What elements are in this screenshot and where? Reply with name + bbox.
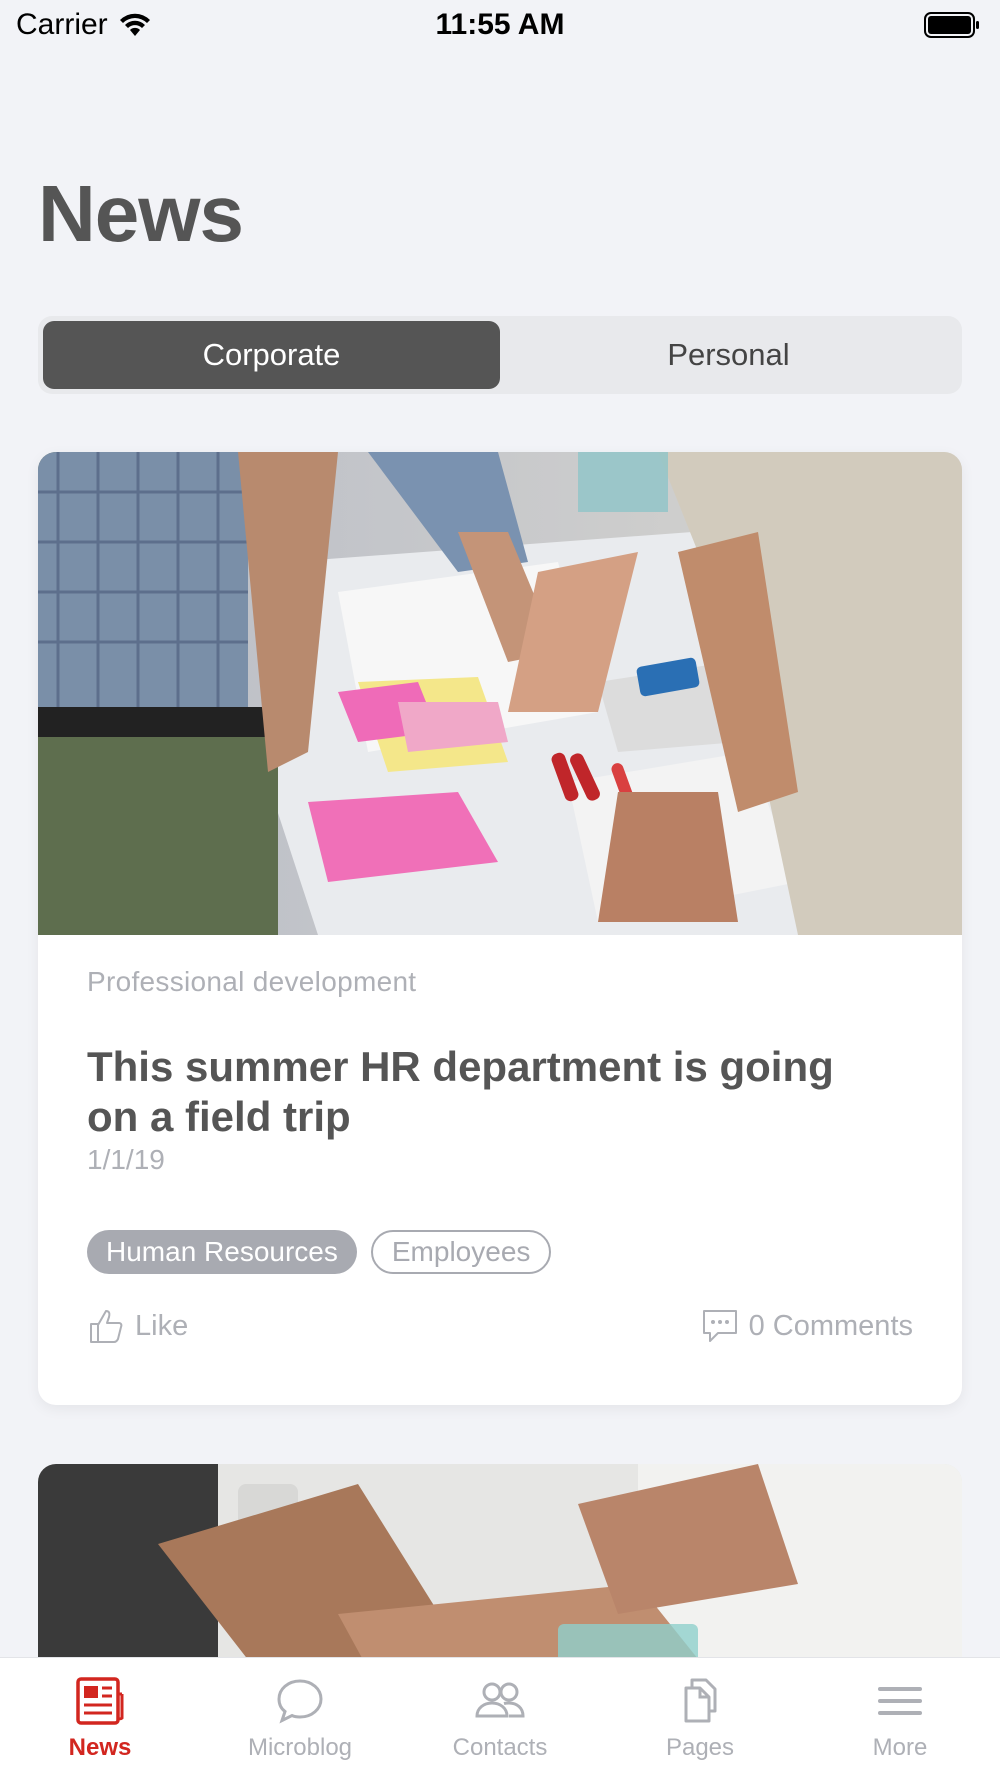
chat-bubble-icon	[277, 1679, 323, 1724]
article-category: Professional development	[87, 966, 417, 997]
tab-news[interactable]: News	[0, 1658, 200, 1778]
tab-pages[interactable]: Pages	[600, 1658, 800, 1778]
article-actions: Like 0 Comments	[87, 1304, 913, 1348]
status-time: 11:55 AM	[435, 8, 565, 41]
segment-corporate[interactable]: Corporate	[43, 321, 500, 389]
tab-more[interactable]: More	[800, 1658, 1000, 1778]
like-label: Like	[135, 1309, 189, 1342]
news-screen: Carrier 11:55 AM News Corporate Personal	[0, 0, 1000, 1778]
article-tags: Human Resources Employees	[87, 1230, 552, 1274]
tag-human-resources[interactable]: Human Resources	[87, 1230, 357, 1274]
menu-icon	[878, 1687, 922, 1715]
news-type-segmented-control: Corporate Personal	[38, 316, 962, 394]
tab-label-contacts: Contacts	[452, 1734, 548, 1761]
tab-label-pages: Pages	[665, 1734, 735, 1761]
battery-icon	[924, 12, 979, 38]
comments-label: 0 Comments	[748, 1309, 913, 1342]
article-date: 1/1/19	[87, 1144, 165, 1175]
page-title: News	[38, 169, 244, 258]
comment-icon	[702, 1310, 737, 1342]
thumbs-up-icon	[90, 1310, 123, 1343]
comments-button[interactable]: 0 Comments	[701, 1308, 913, 1344]
tab-label-microblog: Microblog	[247, 1734, 353, 1761]
news-card-image	[38, 452, 962, 935]
like-button[interactable]: Like	[87, 1307, 188, 1345]
team-meeting-photo	[38, 452, 962, 935]
segment-personal[interactable]: Personal	[500, 321, 957, 389]
article-title[interactable]: This summer HR department is going on a …	[87, 1042, 877, 1142]
tab-contacts[interactable]: Contacts	[400, 1658, 600, 1778]
tab-microblog[interactable]: Microblog	[200, 1658, 400, 1778]
newspaper-icon	[76, 1677, 124, 1725]
status-bar: Carrier 11:55 AM	[0, 0, 1000, 52]
tag-employees[interactable]: Employees	[370, 1230, 552, 1274]
tab-label-more: More	[872, 1734, 928, 1761]
tab-bar: News Microblog Contacts Pages More	[0, 1657, 1000, 1778]
people-icon	[475, 1682, 525, 1718]
news-card[interactable]: Professional development This summer HR …	[38, 452, 962, 1405]
tab-label-news: News	[68, 1734, 132, 1761]
pages-icon	[684, 1678, 717, 1723]
